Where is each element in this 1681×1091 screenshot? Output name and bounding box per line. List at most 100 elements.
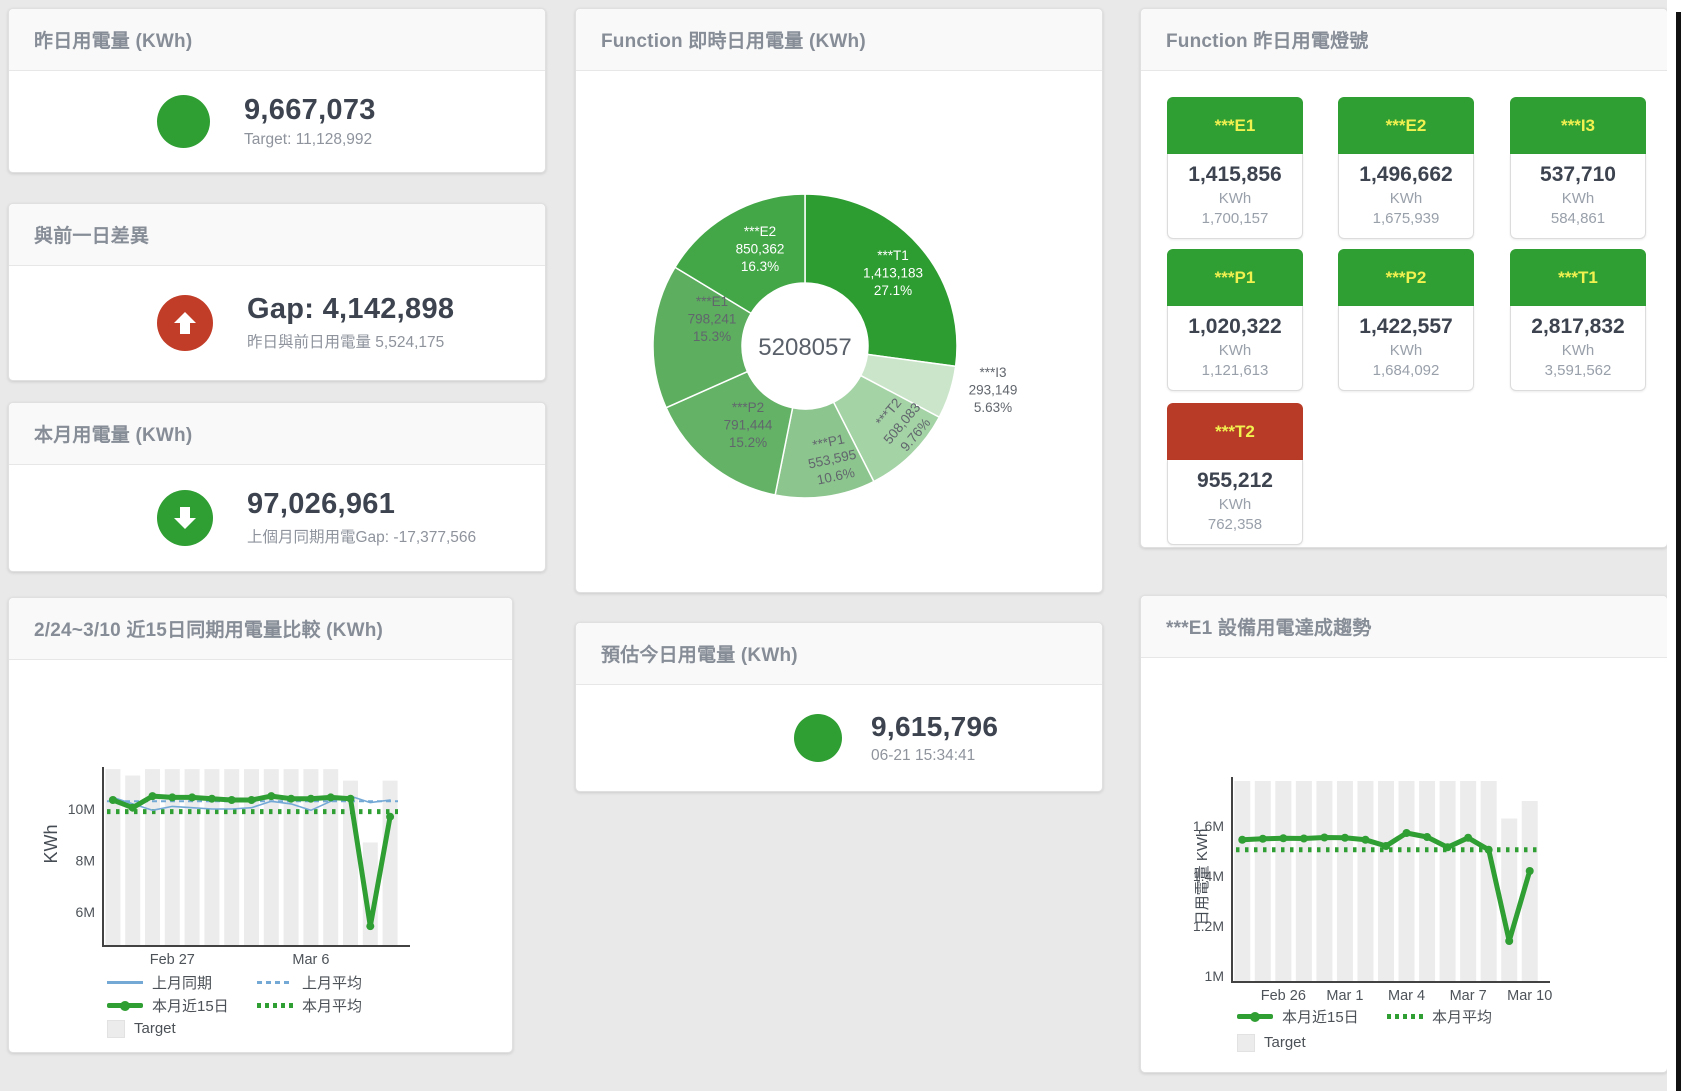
target-bar[interactable]	[1275, 781, 1291, 982]
lamp-tile: ***T2955,212KWh762,358	[1167, 403, 1303, 545]
x-tick-label: Mar 10	[1507, 988, 1552, 1004]
tile-value: 1,415,856	[1168, 163, 1302, 187]
series-marker	[228, 796, 236, 804]
y-axis-label: 日用電量 KWh	[1194, 829, 1211, 926]
tile-header: ***E2	[1338, 97, 1474, 154]
tile-unit: KWh	[1511, 190, 1645, 207]
target-bar[interactable]	[244, 769, 259, 946]
legend-item[interactable]: 本月平均	[1387, 1006, 1557, 1027]
tile-body: 1,415,856KWh1,700,157	[1167, 154, 1303, 239]
tile-value: 537,710	[1511, 163, 1645, 187]
target-bar[interactable]	[383, 781, 398, 946]
series-marker	[168, 793, 176, 801]
donut-outside-label: ***I3293,1495.63%	[969, 365, 1018, 415]
month-stat: 97,026,961 上個月同期用電Gap: -17,377,566	[9, 464, 545, 571]
series-marker	[1464, 834, 1472, 842]
legend-item[interactable]: Target	[1237, 1032, 1387, 1053]
lamp-tile: ***E11,415,856KWh1,700,157	[1167, 97, 1303, 239]
x-tick-label: Feb 26	[1261, 988, 1306, 1004]
legend-swatch-thick-icon	[107, 1003, 143, 1008]
stat-text-block: 9,667,073 Target: 11,128,992	[244, 94, 376, 149]
target-bar[interactable]	[1357, 781, 1373, 982]
panel-month-usage: 本月用電量 (KWh) 97,026,961 上個月同期用電Gap: -17,3…	[8, 402, 546, 572]
donut-chart[interactable]: ***T11,413,18327.1%***I3293,1495.63%***T…	[576, 70, 1102, 592]
target-bar[interactable]	[1316, 781, 1332, 982]
panel-title-lamp: Function 昨日用電燈號	[1141, 9, 1667, 71]
legend-label: 上月平均	[302, 972, 362, 993]
target-bar[interactable]	[1419, 781, 1435, 982]
tile-unit: KWh	[1168, 496, 1302, 513]
legend-item[interactable]: 上月平均	[257, 972, 427, 993]
legend-item[interactable]: 本月平均	[257, 995, 427, 1016]
target-bar[interactable]	[1460, 781, 1476, 982]
estimate-value: 9,615,796	[871, 711, 998, 743]
target-bar[interactable]	[1440, 781, 1456, 982]
tile-unit: KWh	[1511, 342, 1645, 359]
tile-header: ***P1	[1167, 249, 1303, 306]
x-tick-label: Feb 27	[150, 952, 195, 968]
yesterday-target: Target: 11,128,992	[244, 131, 376, 149]
target-bar[interactable]	[1255, 781, 1271, 982]
target-bar[interactable]	[105, 769, 120, 946]
legend-label: Target	[134, 1020, 176, 1037]
y-tick-label: 10M	[68, 801, 95, 817]
status-circle-icon	[157, 95, 210, 148]
series-marker	[307, 795, 315, 803]
tile-value: 1,422,557	[1339, 315, 1473, 339]
legend-item[interactable]: 本月近15日	[107, 995, 257, 1016]
legend-item[interactable]: Target	[107, 1018, 257, 1039]
x-tick-label: Mar 1	[1326, 988, 1363, 1004]
panel-prev-day-gap: 與前一日差異 Gap: 4,142,898 昨日與前日用電量 5,524,175	[8, 203, 546, 381]
series-marker	[1526, 867, 1534, 875]
tile-header: ***I3	[1510, 97, 1646, 154]
legend-marker-dot	[1250, 1012, 1260, 1022]
target-bar[interactable]	[1337, 781, 1353, 982]
y-axis-label: KWh	[41, 824, 61, 863]
status-circle-icon	[794, 714, 842, 762]
panel-title-prev-day-gap: 與前一日差異	[9, 204, 545, 266]
stat-text-block: Gap: 4,142,898 昨日與前日用電量 5,524,175	[247, 293, 454, 352]
tile-body: 1,422,557KWh1,684,092	[1338, 306, 1474, 391]
series-marker	[1320, 834, 1328, 842]
legend-item[interactable]: 本月近15日	[1237, 1006, 1387, 1027]
series-marker	[149, 792, 157, 800]
tile-target-value: 762,358	[1168, 516, 1302, 533]
tile-header: ***T1	[1510, 249, 1646, 306]
tile-header: ***T2	[1167, 403, 1303, 460]
tile-body: 2,817,832KWh3,591,562	[1510, 306, 1646, 391]
month-value: 97,026,961	[247, 488, 476, 521]
panel-title-estimate: 預估今日用電量 (KWh)	[576, 623, 1102, 685]
tile-unit: KWh	[1168, 190, 1302, 207]
legend-swatch-thick-icon	[1237, 1014, 1273, 1019]
series-marker	[366, 922, 374, 930]
legend-swatch-box-icon	[107, 1020, 125, 1038]
target-bar[interactable]	[224, 769, 239, 946]
donut-center-total: 5208057	[758, 334, 851, 361]
series-marker	[1259, 835, 1267, 843]
panel-title-text: ***E1 設備用電達成趨勢	[1166, 613, 1372, 640]
legend-label: 上月同期	[152, 972, 212, 993]
y-tick-label: 6M	[76, 904, 95, 920]
series-marker	[1423, 833, 1431, 841]
scrollbar-thumb[interactable]	[1676, 12, 1681, 1091]
series-marker	[1444, 843, 1452, 851]
tile-value: 1,020,322	[1168, 315, 1302, 339]
target-bar[interactable]	[1501, 819, 1517, 983]
comparison-legend: 上月同期 上月平均本月近15日本月平均 Target	[107, 972, 427, 1039]
target-bar[interactable]	[1296, 781, 1312, 982]
stat-text-block: 97,026,961 上個月同期用電Gap: -17,377,566	[247, 488, 476, 547]
panel-title-realtime: Function 即時日用電量 (KWh)	[576, 9, 1102, 71]
panel-title-text: Function 昨日用電燈號	[1166, 26, 1368, 53]
arrow-up-icon	[157, 295, 213, 351]
target-bar[interactable]	[1399, 781, 1415, 982]
target-bar[interactable]	[1234, 781, 1250, 982]
legend-swatch-dash-icon	[257, 981, 293, 984]
tile-target-value: 584,861	[1511, 210, 1645, 227]
yesterday-value: 9,667,073	[244, 94, 376, 127]
legend-item[interactable]: 上月同期	[107, 972, 257, 993]
panel-15day-comparison: 2/24~3/10 近15日同期用電量比較 (KWh) 6M8M10MFeb 2…	[8, 597, 513, 1053]
lamp-tile: ***I3 537,710 KWh 584,861	[1510, 97, 1646, 239]
target-bar[interactable]	[1378, 781, 1394, 982]
legend-marker-dot	[120, 1001, 130, 1011]
month-gap-subtitle: 上個月同期用電Gap: -17,377,566	[247, 525, 476, 547]
